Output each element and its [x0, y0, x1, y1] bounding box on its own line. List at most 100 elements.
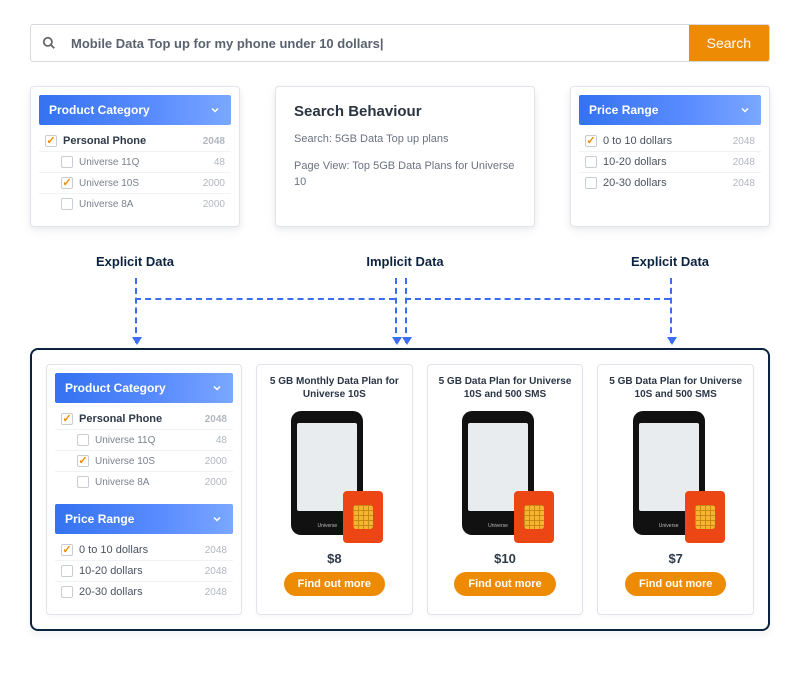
checkbox-icon[interactable] [61, 198, 73, 210]
price-range-panel: Price Range 0 to 10 dollars 2048 10-20 d… [570, 86, 770, 227]
behaviour-title: Search Behaviour [294, 103, 516, 120]
arrow-icon [405, 278, 407, 343]
find-out-more-button[interactable]: Find out more [284, 572, 385, 596]
filter-item[interactable]: 0 to 10 dollars 2048 [55, 540, 233, 561]
filter-list-category: Personal Phone 2048 Universe 11Q 48 Univ… [39, 125, 231, 218]
checkbox-icon[interactable] [61, 156, 73, 168]
filter-item-count: 2048 [203, 136, 225, 147]
filter-item-sub[interactable]: Universe 8A 2000 [39, 194, 231, 214]
search-input[interactable] [67, 25, 689, 61]
filter-header-category[interactable]: Product Category [55, 373, 233, 403]
filter-list-category: Personal Phone 2048 Universe 11Q 48 Univ… [55, 403, 233, 496]
product-price: $10 [494, 551, 516, 566]
filter-item[interactable]: 0 to 10 dollars 2048 [579, 131, 761, 152]
checkbox-icon[interactable] [77, 476, 89, 488]
filter-item-sub[interactable]: Universe 8A 2000 [55, 472, 233, 492]
filter-item-label: Universe 11Q [95, 435, 155, 446]
product-category-panel: Product Category Personal Phone 2048 Uni… [30, 86, 240, 227]
arrow-icon [670, 278, 672, 343]
filter-item-count: 48 [216, 435, 227, 446]
caption-center: Implicit Data [275, 254, 535, 269]
search-icon [31, 25, 67, 61]
results-sidebar: Product Category Personal Phone 2048 Uni… [46, 364, 242, 615]
checkbox-icon[interactable] [585, 156, 597, 168]
behaviour-line: Search: 5GB Data Top up plans [294, 132, 516, 147]
filter-item-count: 2000 [203, 178, 225, 189]
filter-item-label: Universe 10S [79, 178, 139, 189]
filter-item-sub[interactable]: Universe 10S 2000 [39, 173, 231, 194]
checkbox-icon[interactable] [61, 586, 73, 598]
checkbox-icon[interactable] [61, 565, 73, 577]
search-button[interactable]: Search [689, 25, 769, 61]
filter-item-count: 48 [214, 157, 225, 168]
find-out-more-button[interactable]: Find out more [454, 572, 555, 596]
filter-header-label: Price Range [65, 512, 134, 526]
product-image: Universe [462, 411, 548, 541]
checkbox-icon[interactable] [585, 135, 597, 147]
filter-header-price[interactable]: Price Range [579, 95, 761, 125]
filter-item-label: Universe 11Q [79, 157, 139, 168]
caption-left: Explicit Data [30, 254, 240, 269]
captions-row: Explicit Data Implicit Data Explicit Dat… [30, 254, 770, 269]
filter-item-count: 2048 [205, 414, 227, 425]
product-image: Universe [633, 411, 719, 541]
chevron-down-icon [211, 513, 223, 525]
filter-item-label: Personal Phone [63, 135, 146, 147]
filter-item-label: 0 to 10 dollars [79, 544, 148, 556]
chevron-down-icon [211, 382, 223, 394]
checkbox-icon[interactable] [61, 544, 73, 556]
filter-item-sub[interactable]: Universe 11Q 48 [55, 430, 233, 451]
filter-item-parent[interactable]: Personal Phone 2048 [55, 409, 233, 430]
product-card: 5 GB Data Plan for Universe 10S and 500 … [597, 364, 754, 615]
filter-item[interactable]: 10-20 dollars 2048 [55, 561, 233, 582]
filter-item-label: Universe 8A [79, 199, 133, 210]
filter-item-count: 2048 [733, 157, 755, 168]
sim-card-icon [685, 491, 725, 543]
filter-item-label: Personal Phone [79, 413, 162, 425]
filter-item-label: 20-30 dollars [603, 177, 667, 189]
search-bar: Search [30, 24, 770, 62]
filter-item-count: 2000 [205, 477, 227, 488]
find-out-more-button[interactable]: Find out more [625, 572, 726, 596]
filter-item-count: 2000 [203, 199, 225, 210]
filter-header-category[interactable]: Product Category [39, 95, 231, 125]
filter-header-label: Product Category [49, 103, 150, 117]
sim-card-icon [514, 491, 554, 543]
filter-item-parent[interactable]: Personal Phone 2048 [39, 131, 231, 152]
filter-item-label: 10-20 dollars [79, 565, 143, 577]
filter-item-count: 2048 [205, 566, 227, 577]
product-card: 5 GB Monthly Data Plan for Universe 10S … [256, 364, 413, 615]
arrow-icon [135, 278, 137, 343]
sim-card-icon [343, 491, 383, 543]
filter-item-sub[interactable]: Universe 10S 2000 [55, 451, 233, 472]
chevron-down-icon [739, 104, 751, 116]
checkbox-icon[interactable] [61, 177, 73, 189]
filter-item-count: 2048 [205, 587, 227, 598]
filter-list-price: 0 to 10 dollars 2048 10-20 dollars 2048 … [55, 534, 233, 606]
connector-line [405, 298, 670, 300]
top-panels: Product Category Personal Phone 2048 Uni… [30, 86, 770, 227]
filter-item-sub[interactable]: Universe 11Q 48 [39, 152, 231, 173]
behaviour-line: Page View: Top 5GB Data Plans for Univer… [294, 159, 516, 190]
arrow-icon [395, 278, 397, 343]
caption-right: Explicit Data [570, 254, 770, 269]
filter-header-label: Product Category [65, 381, 166, 395]
checkbox-icon[interactable] [61, 413, 73, 425]
filter-item-count: 2000 [205, 456, 227, 467]
filter-item[interactable]: 10-20 dollars 2048 [579, 152, 761, 173]
filter-item-label: Universe 10S [95, 456, 155, 467]
filter-header-price[interactable]: Price Range [55, 504, 233, 534]
chevron-down-icon [209, 104, 221, 116]
filter-header-label: Price Range [589, 103, 658, 117]
results-container: Product Category Personal Phone 2048 Uni… [30, 348, 770, 631]
filter-item-label: 10-20 dollars [603, 156, 667, 168]
checkbox-icon[interactable] [77, 455, 89, 467]
filter-item[interactable]: 20-30 dollars 2048 [55, 582, 233, 602]
connector-line [135, 298, 395, 300]
filter-item[interactable]: 20-30 dollars 2048 [579, 173, 761, 193]
checkbox-icon[interactable] [77, 434, 89, 446]
search-behaviour-panel: Search Behaviour Search: 5GB Data Top up… [275, 86, 535, 227]
checkbox-icon[interactable] [45, 135, 57, 147]
product-price: $7 [668, 551, 682, 566]
checkbox-icon[interactable] [585, 177, 597, 189]
